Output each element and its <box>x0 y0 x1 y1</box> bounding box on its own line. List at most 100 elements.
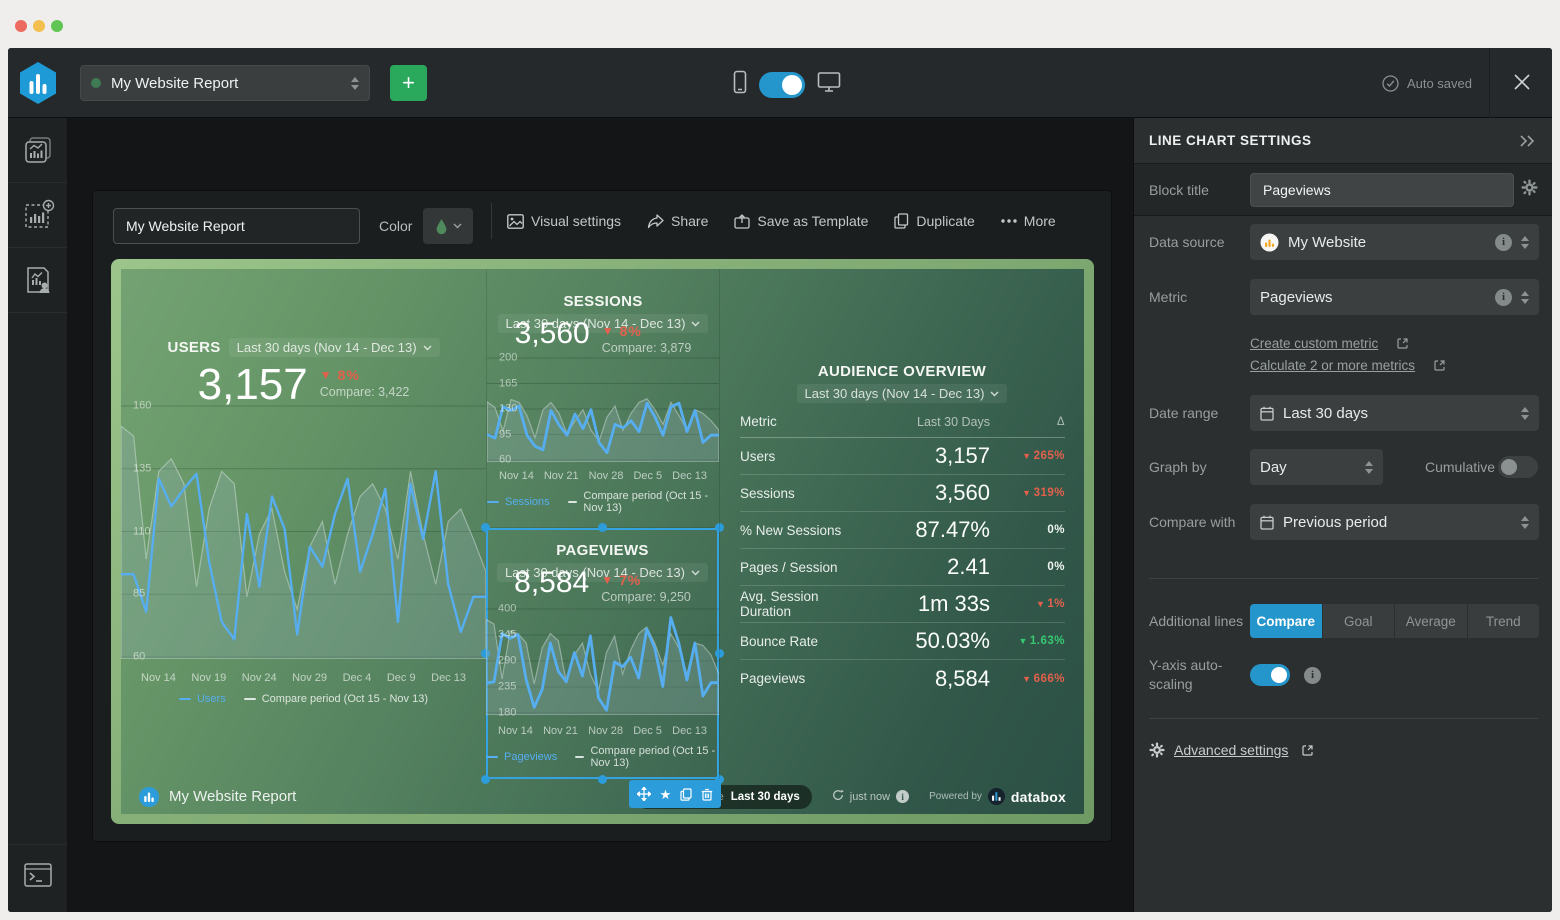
legend-line-icon <box>486 756 498 758</box>
metric-value: 3,157 <box>198 363 308 407</box>
duplicate-block-icon[interactable] <box>680 788 692 801</box>
sessions-line-chart-block[interactable]: SESSIONSLast 30 days (Nov 14 - Dec 13)3,… <box>486 269 719 528</box>
chart-legend: UsersCompare period (Oct 15 - Nov 13) <box>121 693 486 705</box>
audience-overview-table-block[interactable]: AUDIENCE OVERVIEW Last 30 days (Nov 14 -… <box>719 269 1084 779</box>
date-range-chip[interactable]: Last 30 days (Nov 14 - Dec 13) <box>229 338 440 357</box>
resize-handle-nw[interactable] <box>481 523 490 532</box>
move-block-icon[interactable] <box>637 787 651 801</box>
x-axis-tick: Dec 4 <box>343 672 372 684</box>
minimize-window-dot[interactable] <box>33 20 45 32</box>
info-icon[interactable]: i <box>1495 289 1512 306</box>
x-axis-tick: Nov 28 <box>588 725 623 737</box>
metric-dropdown[interactable]: Pageviews i <box>1250 279 1539 315</box>
external-link-icon <box>1434 360 1445 371</box>
sidebar-item-console[interactable] <box>8 844 67 904</box>
info-icon[interactable]: i <box>896 790 909 803</box>
date-range-chip[interactable]: Last 30 days (Nov 14 - Dec 13) <box>797 384 1008 403</box>
x-axis-tick: Nov 21 <box>543 725 578 737</box>
sidebar-item-add-block[interactable] <box>8 183 67 248</box>
report-person-icon <box>21 263 55 297</box>
compare-with-row: Compare with Previous period <box>1134 504 1552 540</box>
refresh-icon[interactable] <box>832 789 844 804</box>
sidebar-item-reports[interactable] <box>8 248 67 313</box>
delete-block-icon[interactable] <box>701 788 713 801</box>
select-arrows-icon <box>1521 291 1529 304</box>
maximize-window-dot[interactable] <box>51 20 63 32</box>
graph-by-dropdown[interactable]: Day <box>1250 449 1383 485</box>
delta-value: ▼8% <box>320 367 410 383</box>
headline-value: 3,157▼8%Compare: 3,422 <box>121 363 486 407</box>
x-axis-tick: Nov 14 <box>141 672 176 684</box>
y-axis-autoscaling-toggle[interactable] <box>1250 664 1290 686</box>
color-theme-dropdown[interactable] <box>423 208 473 244</box>
desktop-icon[interactable] <box>817 71 841 98</box>
resize-handle-n[interactable] <box>598 523 607 532</box>
info-icon[interactable]: i <box>1495 234 1512 251</box>
create-custom-metric-link[interactable]: Create custom metric <box>1250 336 1378 351</box>
cumulative-toggle[interactable] <box>1498 456 1538 478</box>
mobile-icon[interactable] <box>733 70 747 99</box>
add-databoard-button[interactable]: + <box>390 65 427 101</box>
table-row: Users3,157▼265% <box>740 438 1065 475</box>
table-row: Pageviews8,584▼666% <box>740 660 1065 697</box>
y-axis-tick: 400 <box>498 602 516 614</box>
additional-lines-option-compare[interactable]: Compare <box>1250 604 1323 638</box>
calculate-metrics-link[interactable]: Calculate 2 or more metrics <box>1250 358 1415 373</box>
legend-item: Compare period (Oct 15 - Nov 13) <box>568 490 719 514</box>
metric-value: 3,560 <box>515 319 590 349</box>
advanced-settings-link[interactable]: Advanced settings <box>1174 742 1288 758</box>
calendar-icon <box>1260 406 1274 421</box>
delta-value: ▼8% <box>602 323 692 339</box>
down-arrow-icon: ▼ <box>601 573 614 587</box>
block-title-input[interactable] <box>1250 173 1514 207</box>
save-as-template-button[interactable]: Save as Template <box>734 213 868 229</box>
y-axis-tick: 345 <box>498 628 516 640</box>
table-row: Sessions3,560▼319% <box>740 475 1065 512</box>
x-axis-tick: Nov 21 <box>544 470 579 482</box>
compare-with-dropdown[interactable]: Previous period <box>1250 504 1539 540</box>
legend-line-icon <box>244 698 256 700</box>
select-arrows-icon <box>351 77 359 90</box>
x-axis-tick: Nov 14 <box>498 725 533 737</box>
data-source-dropdown[interactable]: My Website i <box>1250 224 1539 260</box>
additional-lines-option-goal[interactable]: Goal <box>1323 604 1396 638</box>
additional-lines-option-average[interactable]: Average <box>1395 604 1468 638</box>
close-window-dot[interactable] <box>15 20 27 32</box>
more-dots-icon <box>1001 219 1017 223</box>
board-logo-icon <box>139 787 159 807</box>
pageviews-line-chart-block-selected[interactable]: ★ PAGEVIEWSLast 30 days (Nov 14 - Dec 13… <box>486 528 719 779</box>
duplicate-button[interactable]: Duplicate <box>894 213 974 229</box>
close-editor-button[interactable] <box>1506 68 1538 98</box>
date-range-dropdown[interactable]: Last 30 days <box>1250 395 1539 431</box>
additional-lines-option-trend[interactable]: Trend <box>1468 604 1540 638</box>
sidebar-item-databoards[interactable] <box>8 118 67 183</box>
window-controls <box>15 20 63 32</box>
board-selector-dropdown[interactable]: My Website Report <box>80 65 370 101</box>
additional-lines-segmented-control: CompareGoalAverageTrend <box>1250 604 1539 638</box>
more-button[interactable]: More <box>1001 213 1056 229</box>
databox-logo[interactable] <box>18 61 58 110</box>
down-arrow-icon: ▼ <box>1022 451 1031 461</box>
autosave-status: Auto saved <box>1382 48 1472 118</box>
powered-by-databox[interactable]: Powered by databox <box>929 788 1066 805</box>
compare-value: Compare: 9,250 <box>601 590 691 604</box>
settings-header: LINE CHART SETTINGS <box>1134 118 1552 164</box>
x-axis-tick: Dec 5 <box>633 725 662 737</box>
info-icon[interactable]: i <box>1304 667 1321 684</box>
select-arrows-icon <box>1521 516 1529 529</box>
visual-settings-button[interactable]: Visual settings <box>507 213 621 229</box>
favorite-block-icon[interactable]: ★ <box>660 788 672 801</box>
chevron-down-icon <box>990 391 999 397</box>
users-line-chart-block[interactable]: USERSLast 30 days (Nov 14 - Dec 13)3,157… <box>121 269 486 779</box>
board-name-input[interactable] <box>113 208 360 244</box>
external-link-icon <box>1302 745 1313 756</box>
down-arrow-icon: ▼ <box>1022 488 1031 498</box>
share-button[interactable]: Share <box>647 213 708 229</box>
y-axis-row: Y-axis auto-scaling i <box>1134 656 1552 694</box>
block-title-gear-icon[interactable] <box>1521 179 1538 201</box>
collapse-panel-icon[interactable] <box>1519 135 1537 147</box>
headline-value: 8,584▼7%Compare: 9,250 <box>486 568 719 604</box>
date-range-row: Date range Last 30 days <box>1134 395 1552 431</box>
device-toggle[interactable] <box>759 72 805 98</box>
external-link-icon <box>1397 338 1408 349</box>
